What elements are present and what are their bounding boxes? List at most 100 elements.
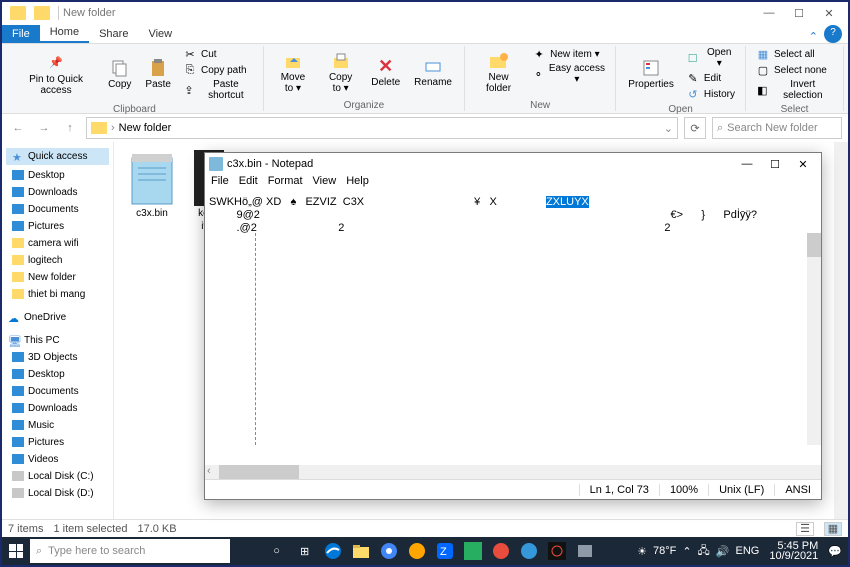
sidebar-item[interactable]: Downloads: [2, 400, 113, 417]
sidebar-item[interactable]: Local Disk (D:): [2, 485, 113, 502]
notifications-icon[interactable]: 💬: [828, 545, 842, 558]
menu-view[interactable]: View: [313, 175, 337, 193]
app-icon[interactable]: [572, 539, 598, 563]
open-button[interactable]: ☐Open ▾: [682, 46, 739, 70]
sidebar-item[interactable]: Local Disk (C:): [2, 468, 113, 485]
network-icon[interactable]: 🖧: [698, 542, 710, 561]
cloud-icon: ☁: [8, 312, 20, 324]
app-icon[interactable]: [460, 539, 486, 563]
help-button[interactable]: ?: [824, 25, 842, 43]
taskbar-clock[interactable]: 5:45 PM 10/9/2021: [765, 541, 822, 561]
start-button[interactable]: [2, 537, 30, 565]
notepad-maximize-button[interactable]: ☐: [761, 154, 789, 174]
newfolder-button[interactable]: New folder: [471, 46, 526, 98]
menu-format[interactable]: Format: [268, 175, 303, 193]
edge-icon[interactable]: [320, 539, 346, 563]
folder-icon: [12, 352, 24, 364]
back-button[interactable]: ←: [8, 118, 28, 138]
delete-button[interactable]: ✕Delete: [365, 46, 406, 98]
tab-home[interactable]: Home: [40, 23, 89, 43]
copyto-button[interactable]: Copy to ▾: [318, 46, 363, 98]
sidebar-item[interactable]: Music: [2, 417, 113, 434]
taskbar-search[interactable]: ⌕Type here to search: [30, 539, 230, 563]
tab-file[interactable]: File: [2, 25, 40, 43]
notepad-scrollbar-v[interactable]: [807, 233, 821, 445]
sidebar-item[interactable]: Videos: [2, 451, 113, 468]
taskview-icon[interactable]: ⊞: [292, 539, 318, 563]
selectnone-button[interactable]: ▢Select none: [752, 62, 837, 78]
app-icon[interactable]: [488, 539, 514, 563]
properties-button[interactable]: Properties: [622, 46, 680, 102]
file-item[interactable]: c3x.bin: [122, 150, 182, 219]
volume-icon[interactable]: 🔊: [716, 545, 730, 558]
menu-help[interactable]: Help: [346, 175, 369, 193]
notepad-textarea[interactable]: SWKHö„@ XD ♠ EZVIZ C3X¥ X ZXLUYX 9@2 €> …: [205, 193, 821, 465]
sidebar-item[interactable]: Desktop: [2, 366, 113, 383]
sidebar-item[interactable]: Desktop: [2, 167, 113, 184]
view-icons-button[interactable]: ▦: [824, 522, 842, 536]
pin-quickaccess-button[interactable]: 📌Pin to Quick access: [12, 46, 100, 102]
invertselection-button[interactable]: ◧Invert selection: [752, 78, 837, 102]
paste-button[interactable]: Paste: [139, 46, 177, 102]
tray-chevron-icon[interactable]: ⌃: [682, 545, 691, 558]
sidebar-item[interactable]: thiet bi mang: [2, 286, 113, 303]
address-input[interactable]: › New folder ⌄: [86, 117, 678, 139]
sidebar-item[interactable]: Pictures: [2, 434, 113, 451]
menu-edit[interactable]: Edit: [239, 175, 258, 193]
up-button[interactable]: ↑: [60, 118, 80, 138]
pasteshortcut-button[interactable]: ⇪Paste shortcut: [179, 78, 257, 102]
view-details-button[interactable]: ☰: [796, 522, 814, 536]
sidebar-item[interactable]: logitech: [2, 252, 113, 269]
sidebar-quickaccess[interactable]: ★Quick access: [6, 148, 109, 165]
chrome-icon[interactable]: [376, 539, 402, 563]
sidebar-item[interactable]: Pictures: [2, 218, 113, 235]
tab-view[interactable]: View: [138, 25, 182, 43]
sidebar-item[interactable]: Documents: [2, 383, 113, 400]
sidebar-item[interactable]: New folder: [2, 269, 113, 286]
maximize-button[interactable]: ☐: [784, 3, 814, 23]
sidebar-item[interactable]: 3D Objects: [2, 349, 113, 366]
status-zoom: 100%: [659, 484, 708, 496]
tab-share[interactable]: Share: [89, 25, 138, 43]
sidebar-item[interactable]: camera wifi: [2, 235, 113, 252]
app-icon[interactable]: [404, 539, 430, 563]
language-indicator[interactable]: ENG: [736, 545, 760, 557]
notepad-scrollbar-h[interactable]: ‹: [205, 465, 821, 479]
notepad-close-button[interactable]: ✕: [789, 154, 817, 174]
explorer-icon[interactable]: [348, 539, 374, 563]
sidebar-item[interactable]: Documents: [2, 201, 113, 218]
copy-button[interactable]: Copy: [102, 46, 137, 102]
folder-icon: [12, 204, 24, 216]
notepad-minimize-button[interactable]: —: [733, 154, 761, 174]
minimize-button[interactable]: —: [754, 3, 784, 23]
zalo-icon[interactable]: Z: [432, 539, 458, 563]
search-input[interactable]: ⌕ Search New folder: [712, 117, 842, 139]
easyaccess-button[interactable]: ⚬Easy access ▾: [528, 62, 609, 86]
menu-file[interactable]: File: [211, 175, 229, 193]
cortana-icon[interactable]: ○: [264, 539, 290, 563]
history-button[interactable]: ↺History: [682, 86, 739, 102]
app-icon[interactable]: [516, 539, 542, 563]
cut-icon: ✂: [183, 47, 197, 61]
rename-button[interactable]: Rename: [408, 46, 458, 98]
sidebar-item[interactable]: Downloads: [2, 184, 113, 201]
open-icon: ☐: [686, 51, 700, 65]
taskbar: ⌕Type here to search ○ ⊞ Z ☀ 78°F ⌃ 🖧 🔊 …: [2, 537, 848, 565]
refresh-button[interactable]: ⟳: [684, 117, 706, 139]
sidebar-thispc[interactable]: 🖥This PC: [2, 332, 113, 349]
cut-button[interactable]: ✂Cut: [179, 46, 257, 62]
moveto-button[interactable]: Move to ▾: [270, 46, 316, 98]
sidebar-onedrive[interactable]: ☁OneDrive: [2, 309, 113, 326]
scrollbar-vertical[interactable]: [834, 142, 848, 519]
newitem-button[interactable]: ✦New item ▾: [528, 46, 609, 62]
forward-button[interactable]: →: [34, 118, 54, 138]
edit-button[interactable]: ✎Edit: [682, 70, 739, 86]
system-tray[interactable]: ☀ 78°F ⌃ 🖧 🔊 ENG 5:45 PM 10/9/2021 💬: [631, 541, 848, 561]
close-button[interactable]: ✕: [814, 3, 844, 23]
folder-icon: [12, 454, 24, 466]
notepad-titlebar[interactable]: c3x.bin - Notepad — ☐ ✕: [205, 153, 821, 175]
selectall-button[interactable]: ▦Select all: [752, 46, 837, 62]
copypath-button[interactable]: ⎘Copy path: [179, 62, 257, 78]
app-icon[interactable]: [544, 539, 570, 563]
ribbon-collapse[interactable]: ⌃: [809, 30, 818, 43]
